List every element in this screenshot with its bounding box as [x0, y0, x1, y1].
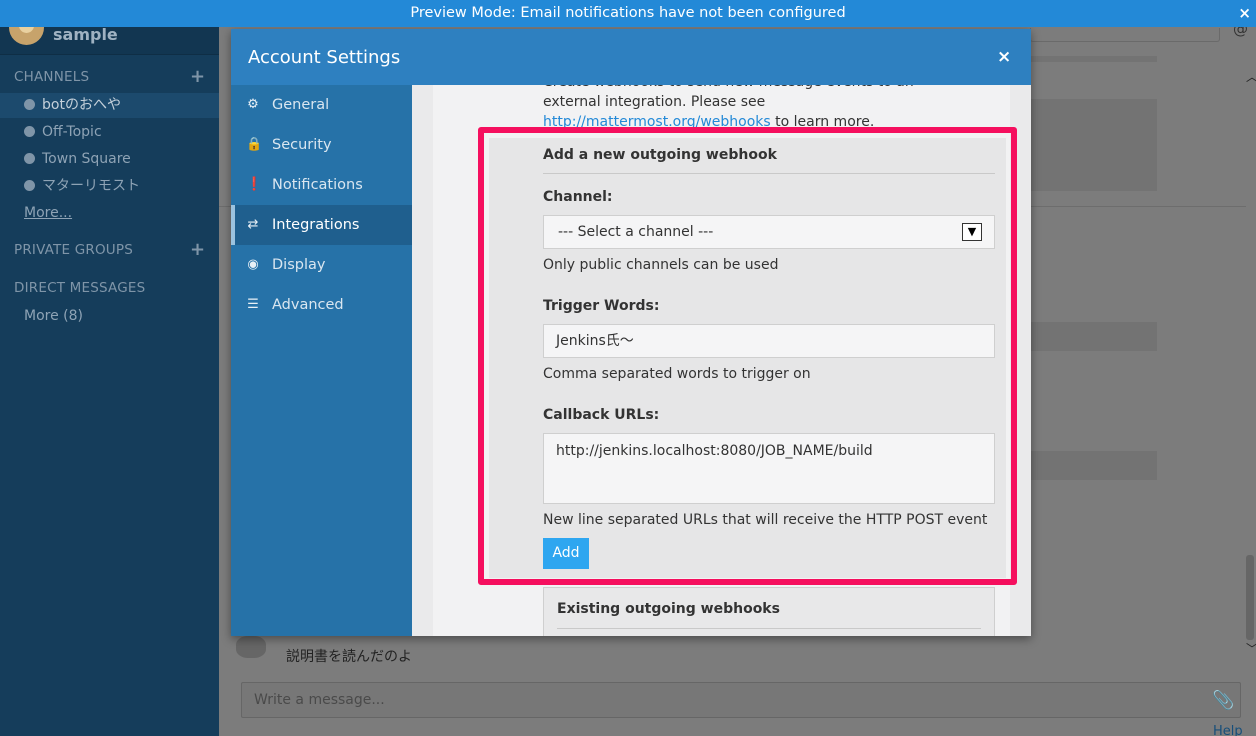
background-post — [1030, 99, 1157, 191]
globe-icon — [24, 180, 35, 191]
add-channel-icon[interactable]: + — [190, 66, 205, 87]
modal-close-button[interactable]: × — [997, 47, 1011, 67]
background-post — [1030, 322, 1157, 351]
divider — [557, 628, 981, 629]
modal-title: Account Settings — [248, 47, 401, 68]
callback-urls-label: Callback URLs: — [543, 407, 660, 423]
scrollbar[interactable] — [1246, 555, 1254, 640]
modal-content-clip: Create webhooks to send new message even… — [231, 85, 1031, 636]
message-input[interactable]: Write a message... — [241, 682, 1241, 718]
channel-select-value: --- Select a channel --- — [558, 224, 714, 240]
webhook-intro: Create webhooks to send new message even… — [543, 85, 973, 132]
sidebar-item-label: Town Square — [42, 151, 131, 167]
sidebar-item-town-square[interactable]: Town Square — [0, 147, 219, 172]
modal-header: Account Settings × — [231, 29, 1031, 85]
chevron-down-icon[interactable]: ﹀ — [1246, 640, 1256, 657]
channels-title: CHANNELS — [14, 69, 90, 85]
divider — [543, 173, 995, 174]
trigger-words-label: Trigger Words: — [543, 298, 660, 314]
channel-sidebar: sample CHANNELS + botのおへや Off-Topic Town… — [0, 0, 219, 736]
sidebar-item-label: botのおへや — [42, 97, 121, 113]
direct-messages-title: DIRECT MESSAGES — [14, 280, 146, 296]
sidebar-item-off-topic[interactable]: Off-Topic — [0, 120, 219, 145]
background-post — [1030, 451, 1157, 480]
private-groups-title: PRIVATE GROUPS — [14, 242, 133, 258]
trigger-words-help: Comma separated words to trigger on — [543, 366, 811, 382]
sidebar-item-label: マターリモスト — [42, 178, 140, 194]
existing-webhooks-panel: Existing outgoing webhooks — [543, 587, 995, 636]
message-text: 説明書を読んだのよ — [286, 649, 412, 665]
bot-avatar — [236, 636, 266, 658]
globe-icon — [24, 126, 35, 137]
paperclip-icon[interactable]: 📎 — [1212, 690, 1234, 711]
intro-text-after: to learn more. — [770, 114, 875, 130]
banner-text: Preview Mode: Email notifications have n… — [410, 5, 846, 21]
existing-webhooks-heading: Existing outgoing webhooks — [557, 601, 780, 617]
callback-urls-help: New line separated URLs that will receiv… — [543, 512, 988, 528]
more-channels-label: More... — [24, 205, 73, 221]
trigger-words-input[interactable]: Jenkins氏〜 — [543, 324, 995, 358]
help-link[interactable]: Help — [1213, 724, 1243, 736]
add-outgoing-webhook-heading: Add a new outgoing webhook — [543, 147, 777, 163]
channel-label: Channel: — [543, 189, 613, 205]
more-direct-messages-link[interactable]: More (8) — [0, 304, 219, 329]
webhooks-doc-link[interactable]: http://mattermost.org/webhooks — [543, 114, 771, 130]
add-private-group-icon[interactable]: + — [190, 239, 205, 260]
channel-help: Only public channels can be used — [543, 257, 779, 273]
callback-urls-textarea[interactable]: http://jenkins.localhost:8080/JOB_NAME/b… — [543, 433, 995, 504]
banner-close-button[interactable]: × — [1238, 0, 1251, 27]
background-post — [1030, 56, 1157, 62]
sidebar-item-label: Off-Topic — [42, 124, 102, 140]
sidebar-item-matterimost[interactable]: マターリモスト — [0, 174, 219, 199]
add-webhook-button[interactable]: Add — [543, 538, 589, 569]
team-name: sample — [53, 25, 118, 44]
chevron-down-icon[interactable]: ▼ — [962, 223, 982, 241]
more-channels-link[interactable]: More... — [0, 201, 219, 226]
search-input[interactable] — [1030, 28, 1220, 42]
intro-text: Create webhooks to send new message even… — [543, 85, 914, 110]
chevron-up-icon[interactable]: ︿ — [1246, 68, 1256, 85]
globe-icon — [24, 99, 35, 110]
preview-banner: Preview Mode: Email notifications have n… — [0, 0, 1256, 27]
globe-icon — [24, 153, 35, 164]
sidebar-item-bot-room[interactable]: botのおへや — [0, 93, 219, 118]
channel-select[interactable]: --- Select a channel --- ▼ — [543, 215, 995, 249]
